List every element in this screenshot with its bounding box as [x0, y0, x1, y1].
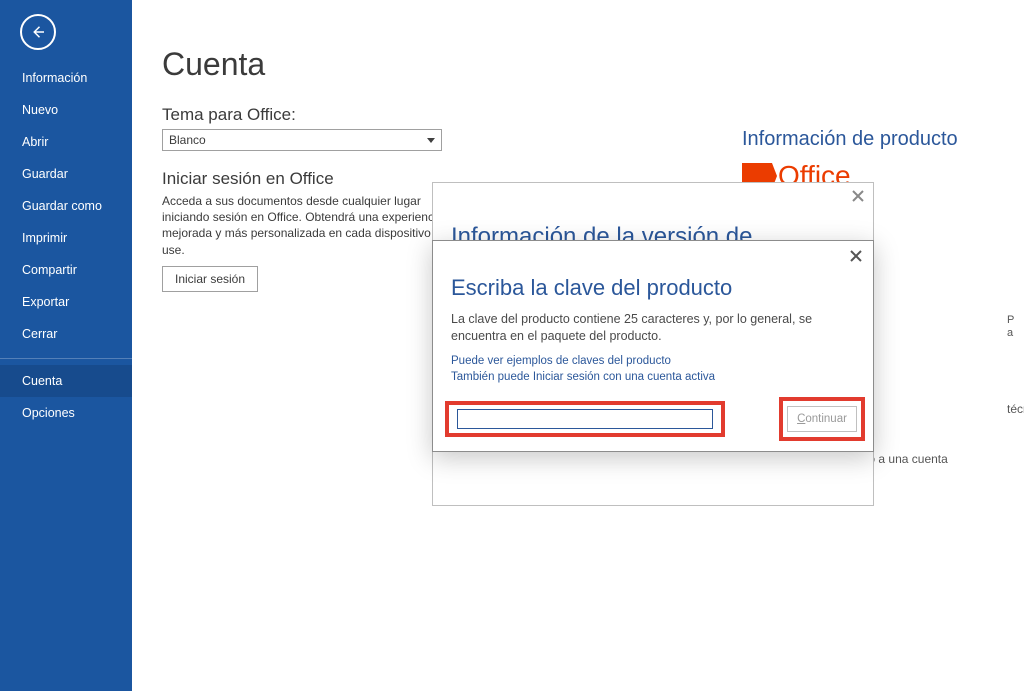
sidebar-item-guardar[interactable]: Guardar [0, 158, 132, 190]
side-text-fragment: P a [1007, 314, 1023, 354]
close-icon [849, 249, 863, 263]
sidebar-divider [0, 358, 132, 359]
sidebar-item-informacion[interactable]: Información [0, 62, 132, 94]
theme-label: Tema para Office: [162, 105, 1024, 125]
back-arrow-icon [29, 23, 47, 41]
product-info-heading: Información de producto [742, 128, 958, 151]
close-icon [851, 189, 865, 203]
key-dialog-description: La clave del producto contiene 25 caract… [451, 311, 855, 345]
product-key-dialog: Escriba la clave del producto La clave d… [432, 240, 874, 452]
examples-link[interactable]: Puede ver ejemplos de claves del product… [451, 355, 671, 367]
page-title: Cuenta [162, 46, 1024, 83]
sidebar-item-nuevo[interactable]: Nuevo [0, 94, 132, 126]
sidebar-item-guardar-como[interactable]: Guardar como [0, 190, 132, 222]
sidebar-item-imprimir[interactable]: Imprimir [0, 222, 132, 254]
theme-select[interactable]: Blanco [162, 129, 442, 151]
close-button[interactable] [849, 249, 863, 263]
backstage-sidebar: Información Nuevo Abrir Guardar Guardar … [0, 0, 132, 691]
sidebar-item-cuenta[interactable]: Cuenta [0, 365, 132, 397]
sidebar-item-cerrar[interactable]: Cerrar [0, 318, 132, 350]
sidebar-item-exportar[interactable]: Exportar [0, 286, 132, 318]
continue-button[interactable]: Continuar [787, 406, 857, 432]
sidebar-item-opciones[interactable]: Opciones [0, 397, 132, 429]
sidebar-item-abrir[interactable]: Abrir [0, 126, 132, 158]
signin-button[interactable]: Iniciar sesión [162, 266, 258, 292]
key-input-highlight [445, 401, 725, 437]
sidebar-item-compartir[interactable]: Compartir [0, 254, 132, 286]
about-text-fragment: técnico, id. del producto y co [1007, 402, 1024, 416]
key-dialog-title: Escriba la clave del producto [451, 275, 732, 301]
back-button[interactable] [20, 14, 56, 50]
continue-highlight: Continuar [779, 397, 865, 441]
signin-body: Acceda a sus documentos desde cualquier … [162, 193, 462, 258]
signin-instead-link[interactable]: También puede Iniciar sesión con una cue… [451, 371, 715, 383]
close-button-outer[interactable] [851, 189, 865, 203]
product-key-input[interactable] [457, 409, 713, 429]
